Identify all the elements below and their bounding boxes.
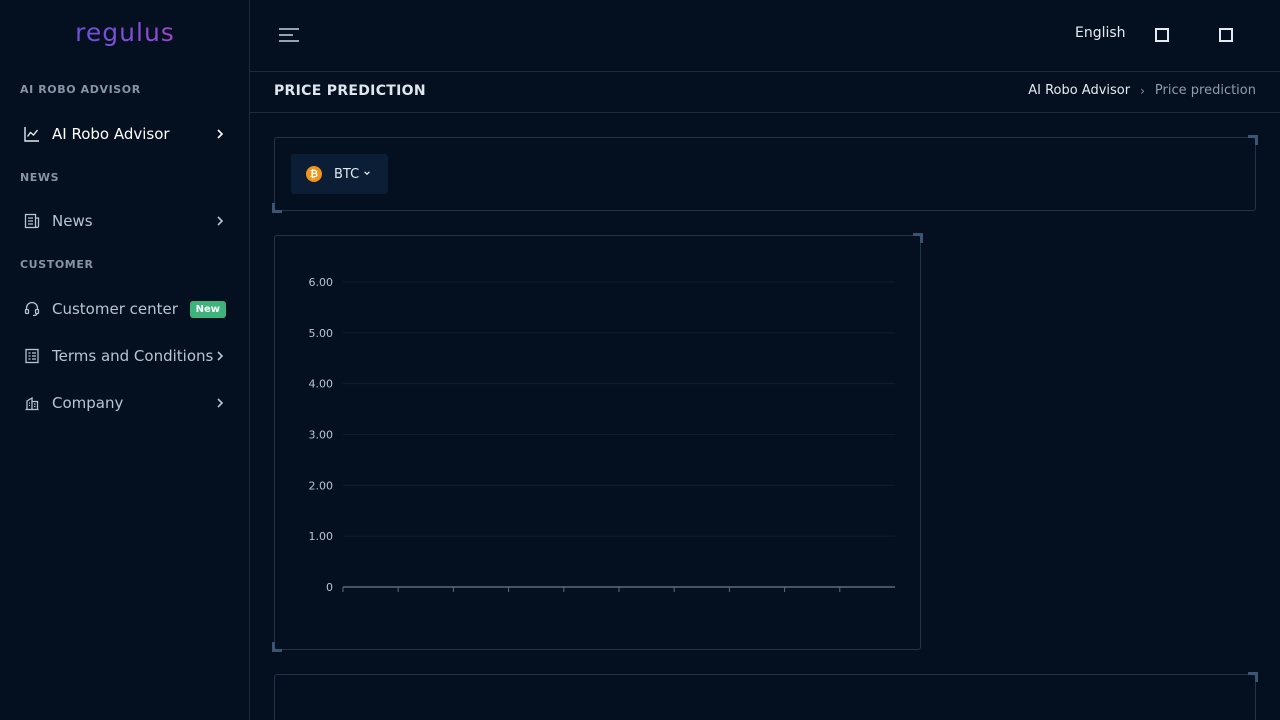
coin-selector-card: ₿ BTC — [272, 135, 1258, 213]
document-list-icon — [24, 348, 40, 364]
chevron-right-icon: › — [1140, 83, 1145, 98]
breadcrumb-current: Price prediction — [1154, 83, 1256, 98]
sidebar-item-ai-robo-advisor[interactable]: AI Robo Advisor — [12, 116, 236, 152]
newspaper-icon — [24, 213, 40, 229]
price-prediction-chart: 0 1.00 2.00 3.00 4.00 5.00 6.00 — [309, 276, 895, 594]
logo[interactable]: regulus — [0, 18, 250, 47]
page-header: PRICE PREDICTION AI Robo Advisor › Price… — [250, 72, 1280, 113]
sidebar-item-label: AI Robo Advisor — [52, 125, 170, 143]
y-tick-label: 3.00 — [309, 429, 334, 442]
section-title-ai-robo-advisor: AI ROBO ADVISOR — [20, 83, 141, 96]
bottom-card — [274, 672, 1258, 720]
breadcrumb: AI Robo Advisor › Price prediction — [1028, 83, 1256, 98]
coin-selected-value: BTC — [334, 166, 360, 182]
y-tick-label: 6.00 — [309, 276, 334, 289]
breadcrumb-link[interactable]: AI Robo Advisor — [1028, 83, 1130, 98]
chevron-right-icon — [214, 215, 226, 227]
sidebar: regulus AI ROBO ADVISOR AI Robo Advisor … — [0, 0, 250, 720]
chevron-right-icon — [214, 128, 226, 140]
corner-decoration — [272, 642, 282, 652]
coin-dropdown[interactable]: ₿ BTC — [291, 154, 388, 194]
corner-decoration — [913, 233, 923, 243]
topbar: English — [250, 0, 1280, 72]
hamburger-menu-icon[interactable] — [278, 26, 300, 44]
bitcoin-icon: ₿ — [306, 166, 322, 182]
y-tick-label: 1.00 — [309, 530, 334, 543]
building-icon — [24, 395, 40, 411]
square-icon[interactable] — [1219, 28, 1233, 42]
sidebar-item-label: News — [52, 212, 93, 230]
section-title-customer: CUSTOMER — [20, 258, 94, 271]
chart-line-icon — [24, 126, 40, 142]
chart-card: 0 1.00 2.00 3.00 4.00 5.00 6.00 — [272, 233, 923, 652]
corner-decoration — [1248, 672, 1258, 682]
sidebar-item-terms[interactable]: Terms and Conditions — [12, 338, 236, 374]
chevron-down-icon — [363, 169, 371, 180]
y-tick-label: 0 — [326, 581, 333, 594]
y-tick-label: 4.00 — [309, 378, 334, 391]
sidebar-item-label: Customer center — [52, 300, 178, 318]
corner-decoration — [272, 203, 282, 213]
language-selector[interactable]: English — [1075, 25, 1126, 41]
corner-decoration — [1248, 135, 1258, 145]
y-tick-label: 5.00 — [309, 327, 334, 340]
sidebar-item-news[interactable]: News — [12, 203, 236, 239]
sidebar-item-label: Company — [52, 394, 124, 412]
section-title-news: NEWS — [20, 171, 60, 184]
new-badge: New — [189, 300, 226, 318]
chevron-right-icon — [214, 350, 226, 362]
square-icon[interactable] — [1155, 28, 1169, 42]
sidebar-item-label: Terms and Conditions — [52, 347, 214, 365]
page-title: PRICE PREDICTION — [274, 83, 426, 99]
chevron-right-icon — [214, 397, 226, 409]
sidebar-item-company[interactable]: Company — [12, 385, 236, 421]
sidebar-item-customer-center[interactable]: Customer center New — [12, 291, 236, 327]
y-tick-label: 2.00 — [309, 479, 334, 492]
headset-icon — [24, 301, 40, 317]
